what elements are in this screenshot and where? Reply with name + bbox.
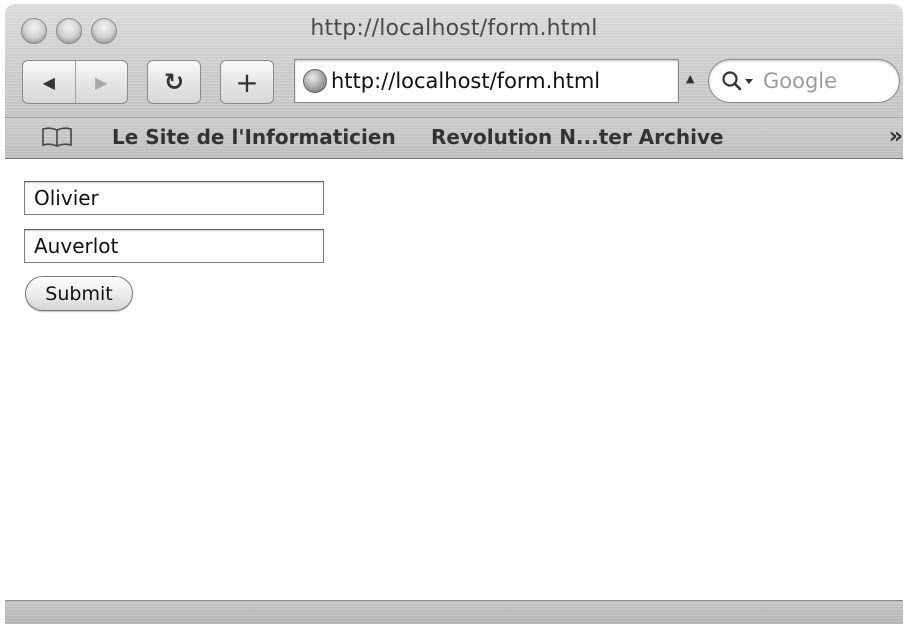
search-icon [722, 71, 753, 91]
globe-icon [303, 69, 327, 93]
back-arrow-icon: ◀ [42, 72, 55, 92]
last-name-field[interactable]: Auverlot [24, 229, 324, 263]
navigation-buttons: ◀ ▶ [22, 60, 128, 104]
reload-icon: ↻ [163, 68, 185, 96]
forward-arrow-icon: ▶ [95, 72, 108, 92]
add-bookmark-button[interactable]: + [220, 60, 274, 104]
search-field[interactable]: Google [708, 59, 900, 103]
window-title: http://localhost/form.html [310, 16, 598, 41]
plus-icon: + [235, 65, 259, 99]
back-button[interactable]: ◀ [23, 61, 76, 103]
bookmark-item[interactable]: Revolution N...ter Archive [431, 125, 724, 149]
search-placeholder: Google [763, 69, 838, 93]
first-name-value: Olivier [34, 186, 99, 210]
reload-button[interactable]: ↻ [147, 60, 201, 104]
submit-button[interactable]: Submit [25, 276, 133, 311]
chevron-up-icon[interactable]: ▲ [686, 72, 694, 85]
book-icon[interactable] [41, 126, 73, 148]
last-name-value: Auverlot [34, 234, 119, 258]
forward-button[interactable]: ▶ [76, 61, 128, 103]
address-bar[interactable]: http://localhost/form.html [294, 59, 679, 103]
bookmarks-bar: Le Site de l'Informaticien Revolution N.… [5, 117, 903, 159]
toolbar: http://localhost/form.html ◀ ▶ ↻ + http:… [5, 4, 903, 117]
submit-label: Submit [45, 282, 113, 305]
status-bar [5, 600, 903, 624]
first-name-field[interactable]: Olivier [24, 181, 324, 215]
browser-window: http://localhost/form.html ◀ ▶ ↻ + http:… [5, 4, 903, 624]
chevron-right-icon[interactable]: » [889, 124, 903, 149]
page-content: Olivier Auverlot Submit [5, 159, 903, 599]
bookmark-item[interactable]: Le Site de l'Informaticien [112, 125, 396, 149]
address-bar-url: http://localhost/form.html [331, 69, 601, 93]
